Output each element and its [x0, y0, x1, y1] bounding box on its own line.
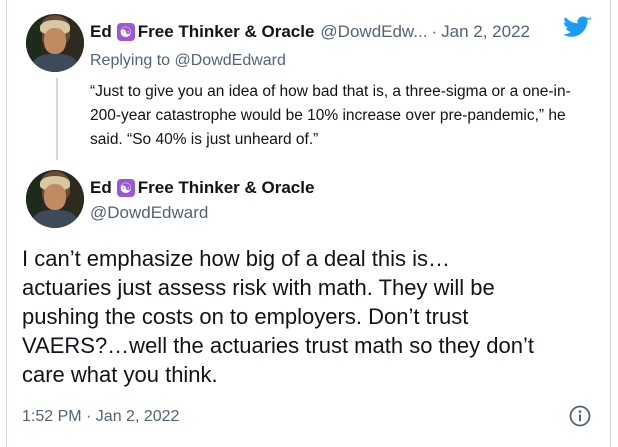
- thread-line: [56, 78, 58, 160]
- user-handle[interactable]: @DowdEdward: [90, 203, 208, 223]
- replying-prefix: Replying to: [90, 52, 171, 69]
- display-name-suffix[interactable]: Free Thinker & Oracle: [138, 178, 315, 198]
- user-handle[interactable]: @DowdEdw...: [320, 22, 427, 42]
- display-name[interactable]: Ed: [90, 178, 112, 198]
- avatar[interactable]: [26, 170, 84, 228]
- twitter-bird-icon[interactable]: [564, 16, 592, 40]
- reply-tweet-text: “Just to give you an idea of how bad tha…: [90, 83, 571, 148]
- display-name-suffix[interactable]: Free Thinker & Oracle: [138, 22, 315, 42]
- replying-to: Replying to @DowdEdward: [90, 52, 286, 70]
- tweet-timestamp[interactable]: 1:52 PM · Jan 2, 2022: [22, 408, 179, 426]
- replying-mention[interactable]: @DowdEdward: [175, 52, 286, 69]
- display-name[interactable]: Ed: [90, 22, 112, 42]
- info-icon[interactable]: [568, 404, 592, 428]
- separator-dot: ·: [431, 22, 438, 41]
- tweet-date[interactable]: Jan 2, 2022: [441, 22, 530, 42]
- main-display-name-row: Ed ☯ Free Thinker & Oracle: [90, 178, 314, 198]
- main-tweet-text: I can’t emphasize how big of a deal this…: [22, 246, 534, 387]
- yin-yang-icon: ☯: [116, 179, 135, 197]
- reply-header: Ed ☯ Free Thinker & Oracle @DowdEdw... ·…: [90, 22, 530, 42]
- avatar[interactable]: [26, 14, 84, 72]
- yin-yang-icon: ☯: [116, 23, 135, 41]
